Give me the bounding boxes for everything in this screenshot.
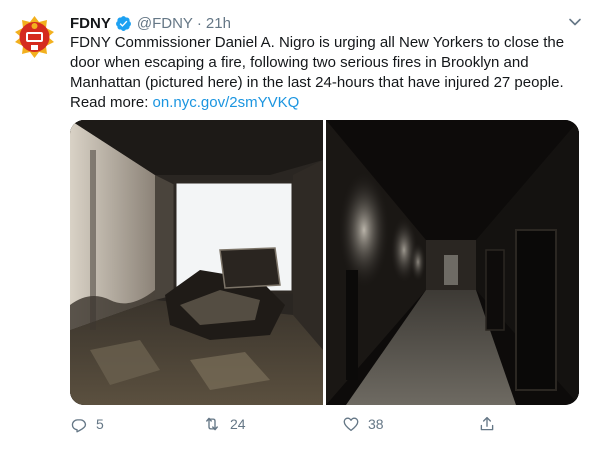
reply-icon (71, 419, 87, 433)
media-grid (70, 120, 579, 405)
heart-icon (343, 417, 359, 432)
reply-count: 5 (96, 416, 104, 432)
separator-dot: · (196, 14, 202, 32)
retweet-icon (206, 417, 218, 431)
verified-badge-icon (115, 15, 132, 32)
display-name[interactable]: FDNY (70, 15, 111, 32)
like-count: 38 (368, 416, 384, 432)
tweet-actions: 5 24 38 (70, 412, 500, 436)
photo-burned-room[interactable] (70, 120, 323, 405)
photo-burned-hallway[interactable] (326, 120, 579, 405)
reply-button[interactable]: 5 (70, 412, 104, 436)
tweet-body: FDNY Commissioner Daniel A. Nigro is urg… (70, 34, 565, 111)
retweet-button[interactable]: 24 (202, 412, 246, 436)
avatar[interactable] (10, 12, 59, 61)
retweet-count: 24 (230, 416, 246, 432)
fdny-logo (10, 12, 59, 61)
tweet-text: FDNY Commissioner Daniel A. Nigro is urg… (70, 33, 586, 113)
timestamp[interactable]: 21h (206, 15, 231, 32)
share-icon (480, 416, 494, 431)
like-button[interactable]: 38 (342, 412, 384, 436)
user-handle[interactable]: @FDNY (137, 15, 193, 32)
chevron-down-icon[interactable] (565, 12, 585, 32)
tweet-header: FDNY @FDNY · 21h (70, 12, 231, 34)
tweet-link[interactable]: on.nyc.gov/2smYVKQ (153, 94, 300, 111)
share-button[interactable] (478, 412, 496, 436)
tweet-card[interactable]: FDNY @FDNY · 21h FDNY Commissioner Danie… (0, 0, 603, 452)
